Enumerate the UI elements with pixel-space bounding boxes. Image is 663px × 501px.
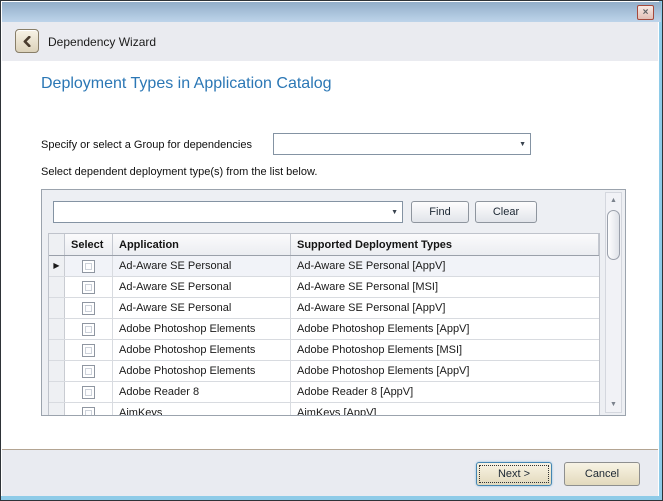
row-checkbox[interactable] [82, 386, 95, 399]
deployment-table: Select Application Supported Deployment … [48, 233, 600, 415]
select-cell [65, 382, 113, 402]
row-indicator [49, 298, 65, 318]
row-checkbox[interactable] [82, 344, 95, 357]
deployment-type-cell: Adobe Reader 8 [AppV] [291, 382, 599, 402]
table-row[interactable]: ▶ Ad-Aware SE PersonalAd-Aware SE Persona… [49, 256, 599, 277]
application-cell: Adobe Photoshop Elements [113, 340, 291, 360]
row-checkbox[interactable] [82, 302, 95, 315]
table-row[interactable]: AimKeysAimKeys [AppV] [49, 403, 599, 415]
application-cell: Ad-Aware SE Personal [113, 298, 291, 318]
page-title: Deployment Types in Application Catalog [41, 75, 332, 93]
row-checkbox[interactable] [82, 407, 95, 416]
list-label: Select dependent deployment type(s) from… [41, 166, 317, 178]
application-cell: AimKeys [113, 403, 291, 415]
find-button[interactable]: Find [411, 201, 469, 223]
column-header-application[interactable]: Application [113, 234, 291, 255]
row-checkbox[interactable] [82, 365, 95, 378]
application-cell: Adobe Photoshop Elements [113, 361, 291, 381]
table-row[interactable]: Adobe Photoshop ElementsAdobe Photoshop … [49, 361, 599, 382]
window-title: Dependency Wizard [48, 22, 156, 61]
wizard-content: Deployment Types in Application Catalog … [2, 61, 658, 450]
table-row[interactable]: Adobe Photoshop ElementsAdobe Photoshop … [49, 319, 599, 340]
deployment-type-cell: Adobe Photoshop Elements [MSI] [291, 340, 599, 360]
wizard-footer: Next > Cancel [2, 449, 658, 496]
scroll-up-button[interactable]: ▲ [606, 193, 621, 208]
row-indicator [49, 340, 65, 360]
select-cell [65, 277, 113, 297]
chevron-down-icon[interactable]: ▼ [391, 202, 398, 222]
back-button[interactable] [15, 29, 39, 53]
group-label: Specify or select a Group for dependenci… [41, 139, 252, 151]
select-cell [65, 256, 113, 276]
table-body: ▶Ad-Aware SE PersonalAd-Aware SE Persona… [49, 256, 599, 415]
close-button[interactable]: × [637, 5, 654, 20]
arrow-up-icon: ▲ [610, 197, 617, 204]
deployment-type-cell: Adobe Photoshop Elements [AppV] [291, 319, 599, 339]
group-combo-input[interactable] [276, 136, 514, 152]
row-indicator [49, 403, 65, 415]
cancel-button[interactable]: Cancel [564, 462, 640, 486]
clear-button[interactable]: Clear [475, 201, 537, 223]
search-combobox[interactable]: ▼ [53, 201, 403, 223]
application-cell: Adobe Photoshop Elements [113, 319, 291, 339]
vertical-scrollbar[interactable]: ▲ ▼ [605, 192, 622, 413]
next-button[interactable]: Next > [476, 462, 552, 486]
column-header-select[interactable]: Select [65, 234, 113, 255]
deployment-type-cell: AimKeys [AppV] [291, 403, 599, 415]
select-cell [65, 361, 113, 381]
deployment-type-cell: Ad-Aware SE Personal [AppV] [291, 256, 599, 276]
row-indicator [49, 361, 65, 381]
deployment-type-cell: Ad-Aware SE Personal [MSI] [291, 277, 599, 297]
current-row-arrow-icon: ▶ [53, 262, 59, 270]
deployment-list-panel: ▼ Find Clear Select Application Supporte… [41, 189, 626, 416]
row-checkbox[interactable] [82, 260, 95, 273]
search-combo-input[interactable] [56, 204, 386, 220]
application-cell: Ad-Aware SE Personal [113, 256, 291, 276]
row-checkbox[interactable] [82, 323, 95, 336]
table-row[interactable]: Adobe Reader 8Adobe Reader 8 [AppV] [49, 382, 599, 403]
row-indicator [49, 319, 65, 339]
select-cell [65, 298, 113, 318]
select-cell [65, 340, 113, 360]
chevron-down-icon[interactable]: ▼ [519, 134, 526, 154]
application-cell: Adobe Reader 8 [113, 382, 291, 402]
dependency-wizard-window: × Dependency Wizard Deployment Types in … [0, 0, 663, 501]
wizard-header: Dependency Wizard [2, 22, 658, 62]
close-icon: × [643, 7, 649, 18]
deployment-type-cell: Ad-Aware SE Personal [AppV] [291, 298, 599, 318]
table-row[interactable]: Adobe Photoshop ElementsAdobe Photoshop … [49, 340, 599, 361]
row-indicator [49, 382, 65, 402]
row-indicator: ▶ [49, 256, 65, 276]
select-cell [65, 319, 113, 339]
select-cell [65, 403, 113, 415]
application-cell: Ad-Aware SE Personal [113, 277, 291, 297]
column-header-deployment-types[interactable]: Supported Deployment Types [291, 234, 599, 255]
scroll-down-button[interactable]: ▼ [606, 397, 621, 412]
titlebar: × [2, 2, 661, 22]
row-indicator-header [49, 234, 65, 255]
deployment-type-cell: Adobe Photoshop Elements [AppV] [291, 361, 599, 381]
group-combobox[interactable]: ▼ [273, 133, 531, 155]
row-checkbox[interactable] [82, 281, 95, 294]
row-indicator [49, 277, 65, 297]
back-icon [22, 36, 33, 47]
table-row[interactable]: Ad-Aware SE PersonalAd-Aware SE Personal… [49, 298, 599, 319]
table-header-row: Select Application Supported Deployment … [49, 234, 599, 256]
scrollbar-thumb[interactable] [607, 210, 620, 260]
table-row[interactable]: Ad-Aware SE PersonalAd-Aware SE Personal… [49, 277, 599, 298]
arrow-down-icon: ▼ [610, 401, 617, 408]
